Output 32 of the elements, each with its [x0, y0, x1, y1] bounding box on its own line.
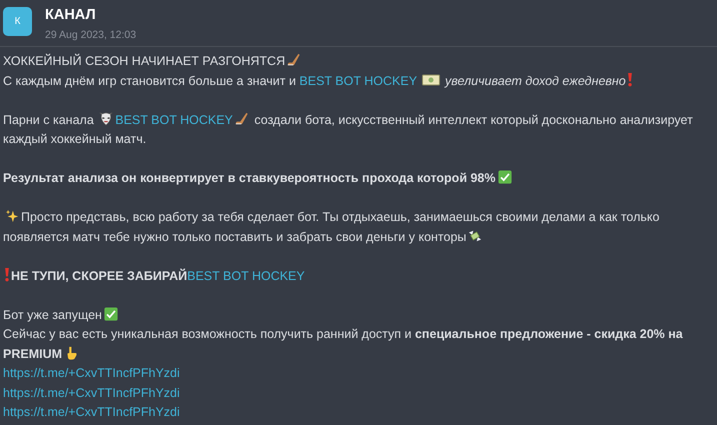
link[interactable]: https://t.me/+CxvTTIncfPFhYzdi	[3, 366, 180, 380]
exclamation-icon	[626, 72, 633, 86]
hockey-stick-icon	[234, 112, 249, 126]
message-text: ХОККЕЙНЫЙ СЕЗОН НАЧИНАЕТ РАЗГОНЯТСЯ	[3, 54, 286, 68]
link[interactable]: BEST BOT HOCKEY	[299, 74, 418, 88]
link[interactable]: https://t.me/+CxvTTIncfPFhYzdi	[3, 386, 180, 400]
check-icon	[498, 170, 512, 184]
message-text: НЕ ТУПИ, СКОРЕЕ ЗАБИРАЙ	[11, 268, 188, 282]
message-text: каждый хоккейный матч.	[3, 132, 146, 146]
message-text: появляется матч тебе нужно только поставить и забрать свои деньги у конторы	[3, 230, 466, 244]
exclamation-icon	[4, 266, 10, 282]
message-text: увеличивает доход ежедневно	[445, 74, 626, 88]
link[interactable]: https://t.me/+CxvTTIncfPFhYzdi	[3, 405, 180, 419]
mask-icon	[99, 112, 114, 126]
channel-name: КАНАЛ	[45, 6, 97, 24]
link[interactable]: BEST BOT HOCKEY	[115, 112, 233, 126]
sparkles-icon	[5, 209, 19, 223]
message-text: С каждым днём игр становится больше а значит и	[3, 74, 297, 88]
message-text: PREMIUM	[3, 346, 62, 360]
check-icon	[104, 306, 118, 320]
message-text: Просто представь, всю работу за тебя сделает бот. Ты отдыхаешь, занимаешься своими делами а как только	[21, 210, 660, 224]
message-text: Парни с канала	[3, 112, 95, 126]
message-date: 29 Aug 2023, 12:03	[45, 28, 136, 42]
message-text: специальное предложение - скидка 20% на	[414, 327, 683, 341]
hockey-stick-icon	[287, 53, 302, 67]
message-text: создали бота, искусственный интеллект который досконально анализирует	[253, 112, 693, 126]
channel-avatar: К	[3, 7, 32, 36]
message-text: Результат анализа он конвертирует в ставкувероятность прохода которой 98%	[3, 171, 496, 185]
link[interactable]: BEST BOT HOCKEY	[187, 268, 305, 282]
message-text: Сейчас у вас есть уникальная возможность получить ранний доступ и	[3, 327, 412, 341]
message-text: Бот уже запущен	[3, 308, 102, 322]
banknote-icon	[422, 74, 440, 86]
